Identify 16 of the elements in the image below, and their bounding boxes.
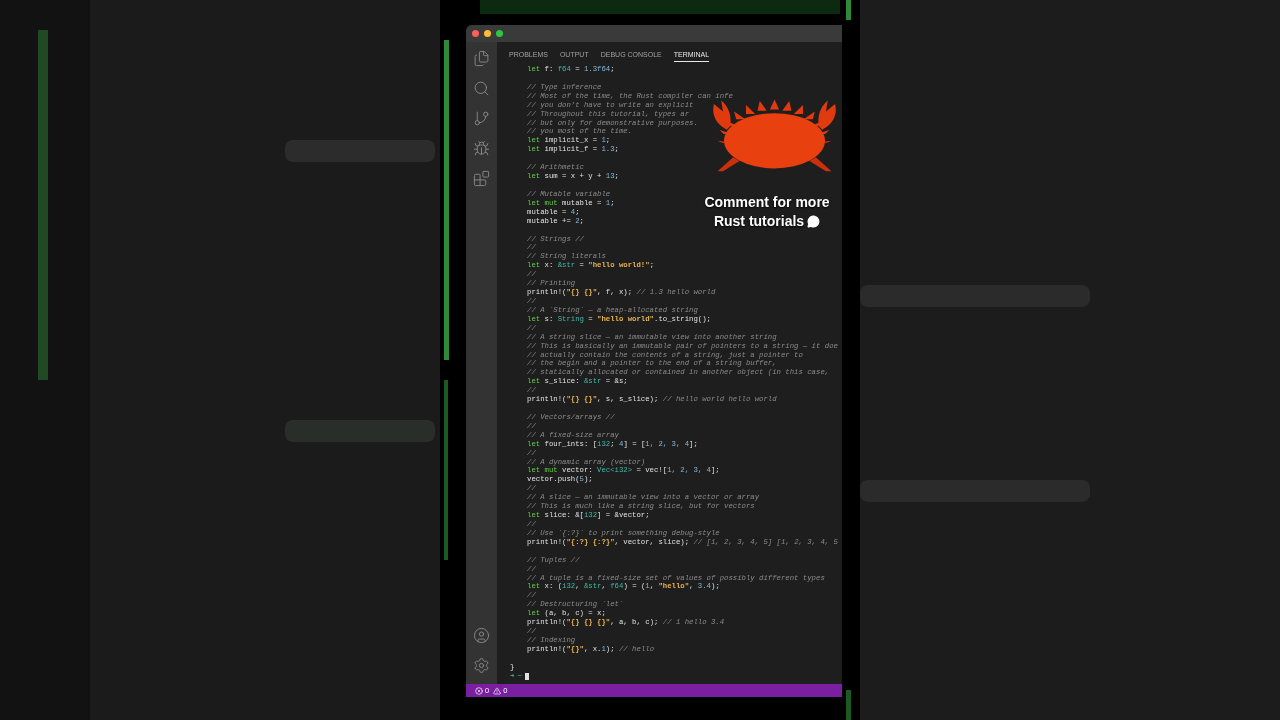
settings-icon[interactable] [473,657,490,674]
chat-bubble-icon [807,215,821,228]
bug-icon[interactable] [473,140,490,157]
caption-text: Rust tutorials [713,212,805,231]
files-icon[interactable] [473,50,490,67]
caption-text: Comment for more [704,193,830,212]
window-control[interactable] [484,30,491,37]
blocks-icon[interactable] [473,170,490,187]
error-icon[interactable] [475,686,483,695]
search-icon[interactable] [473,80,490,97]
branch-icon[interactable] [473,110,490,127]
user-icon[interactable] [473,627,490,644]
window-control[interactable] [472,30,479,37]
text-cursor [524,672,529,680]
window-control[interactable] [496,30,503,37]
warning-icon[interactable] [493,686,502,695]
